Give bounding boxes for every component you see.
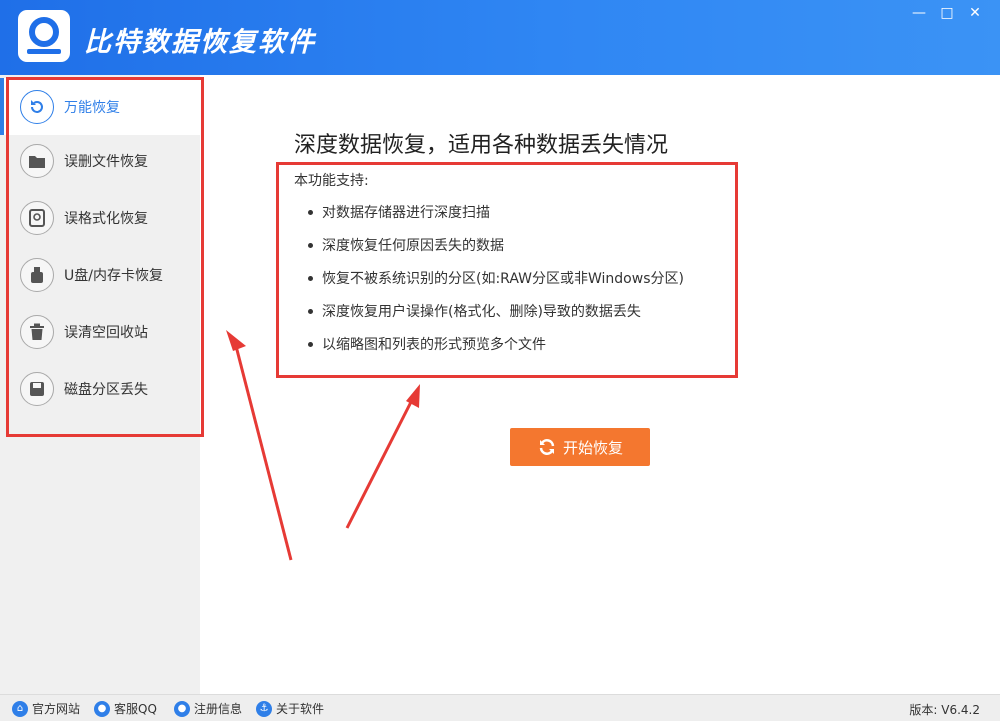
footer-link-qq[interactable]: ● 客服QQ [94,700,157,717]
minimize-button[interactable]: — [906,2,932,24]
footer-link-label: 注册信息 [194,702,243,716]
info-icon: ⚓ [256,700,272,717]
app-logo [18,10,70,62]
qq-icon: ● [94,700,110,717]
start-recovery-label: 开始恢复 [562,438,623,457]
close-button[interactable]: ✕ [962,2,988,24]
app-title: 比特数据恢复软件 [84,27,316,58]
annotation-arrow-right [345,384,420,529]
footer-link-website[interactable]: ⌂ 官方网站 [12,700,80,717]
page-title: 深度数据恢复，适用各种数据丢失情况 [294,133,669,158]
maximize-button[interactable]: □ [934,2,960,24]
version-label: 版本: V6.4.2 [909,703,980,717]
title-bar: 比特数据恢复软件 — □ ✕ [0,0,1000,75]
footer-link-label: 客服QQ [114,702,157,716]
home-icon: ⌂ [12,700,28,717]
footer-link-about[interactable]: ⚓ 关于软件 [256,700,324,717]
start-recovery-button[interactable]: 开始恢复 [510,428,650,466]
annotation-box-sidebar [6,77,204,437]
footer-link-register[interactable]: ● 注册信息 [174,700,242,717]
user-icon: ● [174,700,190,717]
footer-link-label: 关于软件 [276,702,325,716]
footer-link-label: 官方网站 [32,702,81,716]
refresh-icon [539,439,555,455]
annotation-box-features [276,162,738,378]
status-bar: ⌂ 官方网站 ● 客服QQ ● 注册信息 ⚓ 关于软件 版本: V6.4.2 [0,694,1000,721]
